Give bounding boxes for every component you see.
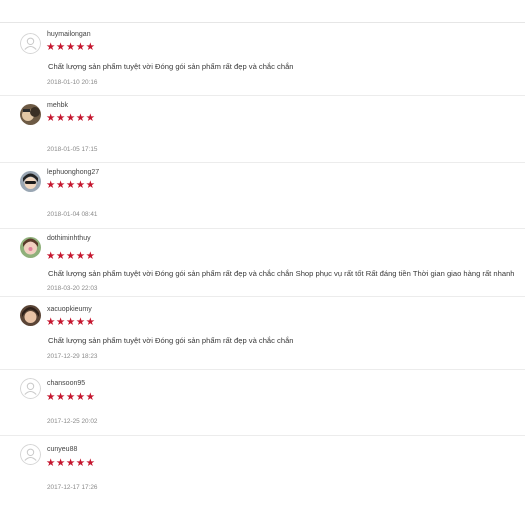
review-username[interactable]: dothiminhthuy (47, 235, 91, 242)
default-user-icon (20, 378, 41, 399)
review-item: huymailongan ★★★★★ Chất lượng sản phẩm t… (0, 25, 525, 96)
review-username[interactable]: mehbk (47, 102, 68, 109)
review-date: 2018-03-20 22:03 (47, 285, 98, 292)
review-item: cunyeu88 ★★★★★ 2017-12-17 17:26 (0, 436, 525, 506)
avatar (20, 237, 41, 258)
star-rating: ★★★★★ (46, 316, 96, 328)
review-comment: Chất lượng sản phẩm tuyệt vời Đóng gói s… (48, 62, 294, 71)
review-item: chansoon95 ★★★★★ 2017-12-25 20:02 (0, 370, 525, 436)
avatar (20, 305, 41, 326)
review-username[interactable]: huymailongan (47, 31, 91, 38)
review-item: dothiminhthuy ★★★★★ Chất lượng sản phẩm … (0, 229, 525, 297)
review-date: 2017-12-25 20:02 (47, 418, 98, 425)
star-rating: ★★★★★ (46, 179, 96, 191)
review-date: 2018-01-10 20:16 (47, 79, 98, 86)
default-user-icon (20, 33, 41, 54)
top-divider (0, 22, 525, 23)
review-item: xacuopkieumy ★★★★★ Chất lượng sản phẩm t… (0, 297, 525, 370)
review-item: lephuonghong27 ★★★★★ 2018-01-04 08:41 (0, 163, 525, 229)
avatar (20, 171, 41, 192)
star-rating: ★★★★★ (46, 391, 96, 403)
review-username[interactable]: cunyeu88 (47, 446, 77, 453)
star-rating: ★★★★★ (46, 457, 96, 469)
review-username[interactable]: lephuonghong27 (47, 169, 99, 176)
star-rating: ★★★★★ (46, 112, 96, 124)
star-rating: ★★★★★ (46, 41, 96, 53)
review-date: 2017-12-29 18:23 (47, 353, 98, 360)
review-date: 2018-01-05 17:15 (47, 146, 98, 153)
review-comment: Chất lượng sản phẩm tuyệt vời Đóng gói s… (48, 269, 515, 278)
review-username[interactable]: xacuopkieumy (47, 306, 92, 313)
review-date: 2018-01-04 08:41 (47, 211, 98, 218)
avatar (20, 104, 41, 125)
review-date: 2017-12-17 17:26 (47, 484, 98, 491)
review-comment: Chất lượng sản phẩm tuyệt vời Đóng gói s… (48, 336, 294, 345)
default-user-icon (20, 444, 41, 465)
review-item: mehbk ★★★★★ 2018-01-05 17:15 (0, 96, 525, 163)
review-username[interactable]: chansoon95 (47, 380, 85, 387)
star-rating: ★★★★★ (46, 250, 96, 262)
